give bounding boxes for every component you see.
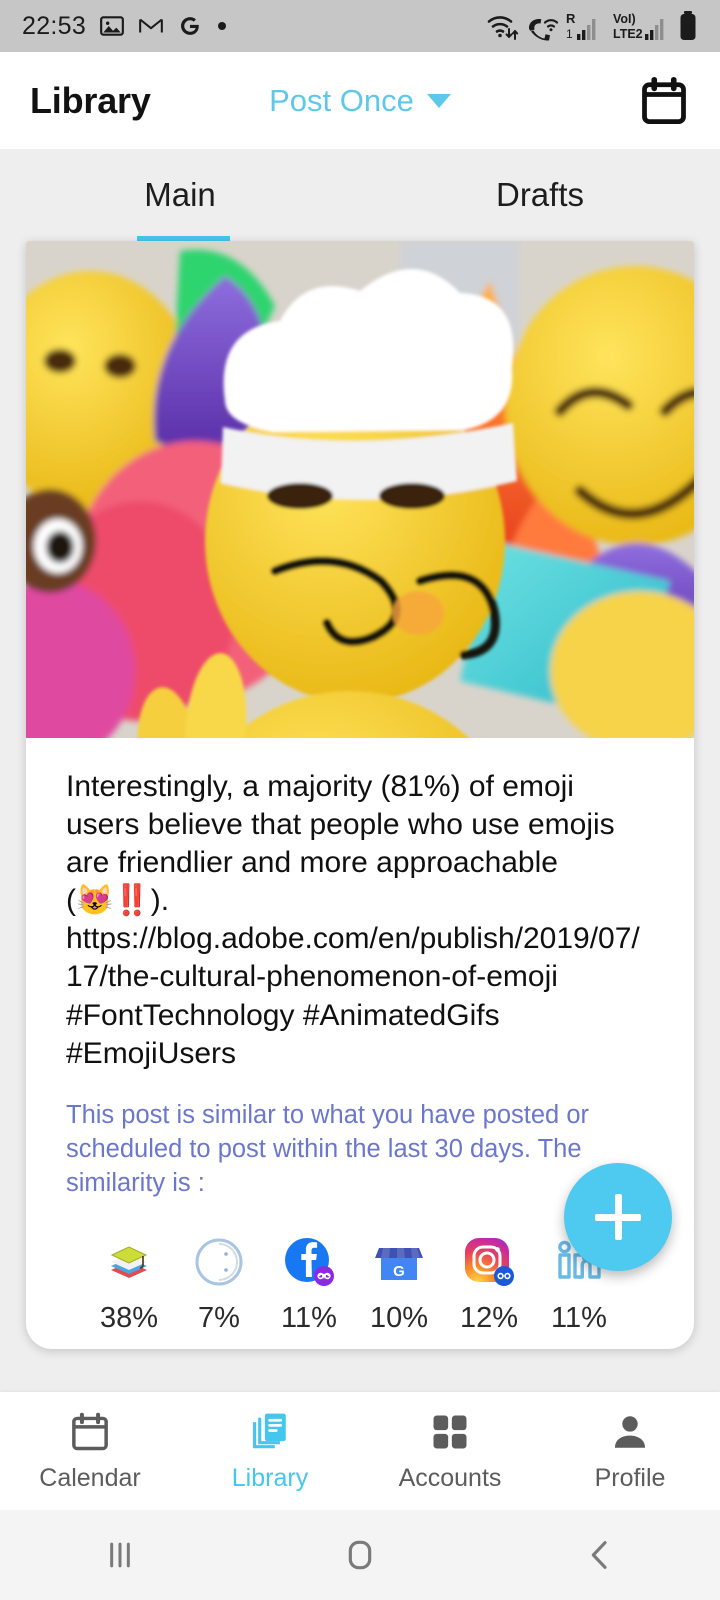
platform-ello[interactable]: 7% bbox=[174, 1234, 264, 1335]
home-icon bbox=[348, 1540, 372, 1570]
tab-drafts[interactable]: Drafts bbox=[360, 149, 720, 241]
calendar-icon bbox=[72, 1412, 108, 1450]
nav-label: Profile bbox=[594, 1463, 666, 1492]
svg-text:R: R bbox=[566, 11, 576, 26]
google-icon bbox=[181, 17, 200, 35]
nav-label: Library bbox=[231, 1463, 309, 1492]
gmail-icon bbox=[139, 18, 163, 33]
person-icon bbox=[614, 1415, 646, 1448]
wifi-data-icon bbox=[487, 16, 519, 40]
battery-icon bbox=[680, 11, 696, 40]
tab-bar: Main Drafts bbox=[0, 149, 720, 241]
platform-google-business[interactable]: G 10% bbox=[354, 1234, 444, 1335]
svg-text:VoI): VoI) bbox=[613, 12, 636, 26]
similarity-note: This post is similar to what you have po… bbox=[66, 1100, 597, 1197]
platform-instagram[interactable]: 12% bbox=[444, 1234, 534, 1335]
nav-item-accounts[interactable]: Accounts bbox=[360, 1410, 540, 1493]
platform-percent: 11% bbox=[551, 1302, 607, 1335]
android-navigation-bar bbox=[0, 1510, 720, 1600]
platform-percent: 11% bbox=[281, 1302, 337, 1335]
nav-item-profile[interactable]: Profile bbox=[540, 1410, 720, 1493]
emoji-collage-image bbox=[26, 241, 694, 738]
status-bar-left: 22:53 bbox=[22, 12, 228, 41]
nav-label: Accounts bbox=[398, 1463, 502, 1492]
grid-icon bbox=[433, 1415, 467, 1448]
chevron-down-icon[interactable] bbox=[426, 93, 451, 108]
platform-blogger[interactable]: 38% bbox=[84, 1234, 174, 1335]
platform-percent: 10% bbox=[369, 1302, 429, 1335]
platform-percent: 7% bbox=[198, 1302, 240, 1335]
nav-item-calendar[interactable]: Calendar bbox=[0, 1410, 180, 1493]
svg-text:LTE2: LTE2 bbox=[613, 27, 643, 41]
google-business-icon: G bbox=[371, 1234, 427, 1290]
home-button[interactable] bbox=[300, 1510, 420, 1600]
app-root: 22:53 R 1 VoI) LTE2 Library Post Once Ma… bbox=[0, 0, 720, 1600]
ello-icon bbox=[191, 1234, 247, 1290]
dot-indicator-icon bbox=[218, 22, 227, 30]
recents-button[interactable] bbox=[60, 1510, 180, 1600]
roaming-signal-icon: R 1 bbox=[566, 11, 596, 41]
wifi-calling-icon bbox=[529, 19, 559, 41]
post-card[interactable]: Interestingly, a majority (81%) of emoji… bbox=[26, 241, 694, 1349]
platform-percent: 12% bbox=[459, 1302, 519, 1335]
nav-item-library[interactable]: Library bbox=[180, 1410, 360, 1493]
status-bar: 22:53 R 1 VoI) LTE2 bbox=[0, 0, 720, 52]
status-bar-right: R 1 VoI) LTE2 bbox=[486, 10, 698, 42]
tab-main[interactable]: Main bbox=[0, 149, 360, 241]
blogger-icon bbox=[101, 1234, 157, 1290]
back-button[interactable] bbox=[540, 1510, 660, 1600]
header-calendar-button[interactable] bbox=[638, 75, 690, 127]
page-title: Library bbox=[30, 79, 151, 121]
tab-drafts-label: Drafts bbox=[495, 176, 584, 213]
facebook-icon bbox=[281, 1234, 337, 1290]
post-mode-label[interactable]: Post Once bbox=[269, 83, 414, 119]
post-body: Interestingly, a majority (81%) of emoji… bbox=[26, 738, 694, 1200]
tab-main-label: Main bbox=[144, 176, 216, 213]
platform-percent: 38% bbox=[99, 1302, 159, 1335]
instagram-icon bbox=[461, 1234, 517, 1290]
post-list[interactable]: Interestingly, a majority (81%) of emoji… bbox=[0, 241, 720, 1392]
calendar-icon[interactable] bbox=[638, 75, 690, 127]
app-header: Library Post Once bbox=[0, 52, 720, 149]
platform-facebook[interactable]: 11% bbox=[264, 1234, 354, 1335]
bottom-navigation: Calendar Library Accounts Profile bbox=[0, 1392, 720, 1510]
library-icon bbox=[253, 1413, 286, 1448]
add-post-fab[interactable] bbox=[564, 1163, 672, 1271]
photos-icon bbox=[100, 16, 124, 36]
post-media-preview[interactable] bbox=[26, 241, 694, 738]
recents-icon bbox=[110, 1542, 130, 1568]
post-text: Interestingly, a majority (81%) of emoji… bbox=[66, 770, 640, 1070]
nav-label: Calendar bbox=[39, 1463, 141, 1492]
svg-text:G: G bbox=[393, 1263, 405, 1280]
volte-signal-icon: VoI) LTE2 bbox=[613, 12, 664, 41]
svg-text:1: 1 bbox=[566, 27, 573, 41]
back-icon bbox=[591, 1541, 607, 1569]
status-time: 22:53 bbox=[22, 11, 87, 40]
